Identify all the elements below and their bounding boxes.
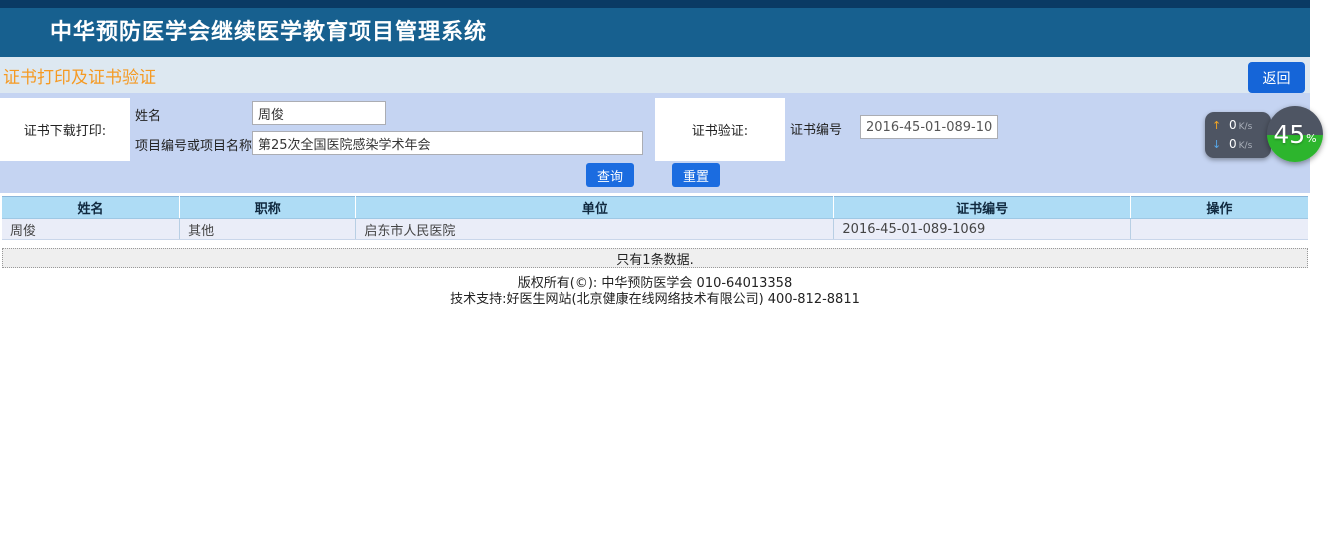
table-row: 周俊 其他 启东市人民医院 2016-45-01-089-1069	[2, 218, 1308, 240]
name-input[interactable]	[252, 101, 386, 125]
results-table: 姓名 职称 单位 证书编号 操作 周俊 其他 启东市人民医院 2016-45-0…	[2, 196, 1308, 240]
query-button[interactable]: 查询	[586, 163, 634, 187]
reset-button[interactable]: 重置	[672, 163, 720, 187]
cell-title: 其他	[179, 218, 356, 240]
project-label: 项目编号或项目名称	[135, 139, 253, 154]
top-strip	[0, 0, 1310, 8]
download-speed-unit: K/s	[1238, 141, 1253, 151]
status-text: 只有1条数据.	[616, 252, 694, 268]
network-speed-widget[interactable]: ↑ 0 K/s ↓ 0 K/s	[1205, 112, 1271, 158]
progress-value: 45	[1273, 119, 1306, 149]
progress-circle-indicator[interactable]: 45 %	[1267, 106, 1323, 162]
breadcrumb-bar: 证书打印及证书验证 返回	[0, 57, 1310, 93]
search-form-area: 证书下载打印: 姓名 项目编号或项目名称 证书验证: 证书编号 查询 重置	[0, 93, 1310, 193]
page: 中华预防医学会继续医学教育项目管理系统 证书打印及证书验证 返回 证书下载打印:…	[0, 0, 1330, 534]
support-line: 技术支持:好医生网站(北京健康在线网络技术有限公司) 400-812-8811	[450, 292, 860, 307]
upload-speed-unit: K/s	[1238, 122, 1253, 132]
column-header-operation: 操作	[1129, 196, 1308, 219]
cell-name: 周俊	[2, 218, 180, 240]
download-speed-value: 0	[1229, 137, 1237, 151]
back-button[interactable]: 返回	[1248, 62, 1305, 93]
cell-unit: 启东市人民医院	[355, 218, 834, 240]
copyright-line: 版权所有(©): 中华预防医学会 010-64013358	[517, 276, 793, 291]
print-section-label: 证书下载打印:	[0, 98, 130, 161]
arrow-down-icon: ↓	[1212, 138, 1222, 151]
cert-no-input[interactable]	[860, 115, 998, 139]
project-input[interactable]	[252, 131, 643, 155]
column-header-cert-no: 证书编号	[833, 196, 1131, 219]
table-header-row: 姓名 职称 单位 证书编号 操作	[2, 196, 1308, 219]
app-header: 中华预防医学会继续医学教育项目管理系统	[0, 8, 1310, 57]
arrow-up-icon: ↑	[1212, 119, 1222, 132]
name-label: 姓名	[135, 109, 162, 124]
column-header-name: 姓名	[2, 196, 180, 219]
footer: 版权所有(©): 中华预防医学会 010-64013358 技术支持:好医生网站…	[0, 276, 1310, 308]
progress-unit: %	[1306, 131, 1317, 145]
column-header-title: 职称	[179, 196, 356, 219]
page-title: 中华预防医学会继续医学教育项目管理系统	[50, 20, 488, 45]
upload-speed-row: ↑ 0 K/s	[1212, 117, 1271, 134]
cell-cert-no: 2016-45-01-089-1069	[833, 218, 1131, 240]
status-bar: 只有1条数据.	[2, 248, 1308, 268]
column-header-unit: 单位	[355, 196, 834, 219]
cert-no-label: 证书编号	[790, 123, 843, 138]
download-speed-row: ↓ 0 K/s	[1212, 136, 1271, 153]
cell-operation	[1129, 218, 1308, 240]
section-title: 证书打印及证书验证	[3, 68, 156, 88]
upload-speed-value: 0	[1229, 118, 1237, 132]
verify-section-label: 证书验证:	[655, 98, 785, 161]
